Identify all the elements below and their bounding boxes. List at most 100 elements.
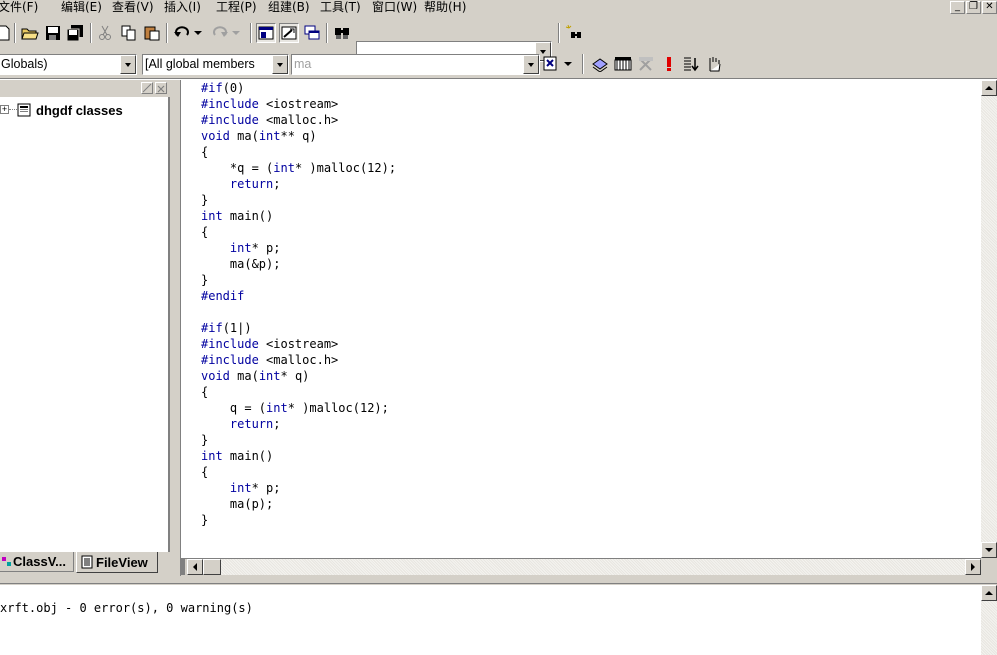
menu-build[interactable]: 组建(B) — [268, 0, 310, 16]
wizard-bar: Globals) [All global members ma — [0, 50, 997, 78]
minimize-button[interactable]: _ — [950, 1, 965, 14]
breakpoint-hand-icon[interactable] — [704, 54, 724, 74]
restore-button[interactable]: ❐ — [966, 1, 981, 14]
find-binoculars-icon[interactable] — [564, 23, 584, 43]
compile-icon[interactable] — [590, 54, 610, 74]
toolbar-separator — [250, 23, 252, 43]
menu-file[interactable]: 文件(F) — [0, 0, 38, 16]
scroll-up-button[interactable] — [981, 80, 997, 96]
code-line: } — [201, 192, 396, 208]
menu-view[interactable]: 查看(V) — [112, 0, 154, 16]
wizard-action-icon[interactable] — [542, 54, 562, 74]
code-line: return; — [201, 416, 396, 432]
chevron-down-icon[interactable] — [120, 55, 136, 74]
code-line: #if(1|) — [201, 320, 396, 336]
new-file-icon[interactable] — [0, 23, 14, 43]
save-all-icon[interactable] — [65, 23, 85, 43]
copy-icon[interactable] — [119, 23, 139, 43]
vertical-scrollbar[interactable] — [981, 80, 997, 558]
code-keyword: int — [266, 401, 288, 415]
tree-root-label[interactable]: dhgdf classes — [36, 103, 123, 118]
menu-insert[interactable]: 插入(I) — [164, 0, 201, 16]
workspace-toggle-icon[interactable] — [256, 23, 276, 43]
go-debug-icon[interactable] — [681, 54, 701, 74]
code-line: #if(0) — [201, 80, 396, 96]
code-line: { — [201, 224, 396, 240]
tab-classview[interactable]: ClassV... — [0, 552, 74, 572]
save-icon[interactable] — [43, 23, 63, 43]
window-list-icon[interactable] — [302, 23, 322, 43]
menu-project[interactable]: 工程(P) — [216, 0, 257, 16]
code-token: q = ( — [201, 401, 267, 415]
output-toggle-icon[interactable] — [279, 23, 299, 43]
split-bar[interactable] — [181, 559, 185, 575]
output-splitter[interactable] — [0, 576, 997, 584]
workspace-close-button[interactable] — [155, 82, 167, 94]
scroll-down-button[interactable] — [981, 542, 997, 558]
code-token: } — [201, 273, 209, 287]
members-combo[interactable]: [All global members — [142, 54, 289, 75]
scroll-left-button[interactable] — [187, 559, 203, 575]
code-line: #include <iostream> — [201, 96, 396, 112]
code-keyword: #include — [201, 113, 259, 127]
code-token: ma( — [229, 129, 259, 143]
open-folder-icon[interactable] — [20, 23, 40, 43]
chevron-down-icon[interactable] — [272, 55, 288, 74]
paste-icon[interactable] — [142, 23, 162, 43]
toolbar-separator — [558, 23, 560, 43]
menu-edit[interactable]: 编辑(E) — [61, 0, 102, 16]
code-token: { — [201, 225, 209, 239]
build-icon[interactable] — [613, 54, 633, 74]
classview-icon — [2, 556, 11, 566]
code-line: q = (int* )malloc(12); — [201, 400, 396, 416]
close-button[interactable]: ✕ — [982, 1, 997, 14]
code-line: int main() — [201, 448, 396, 464]
code-token: ma( — [229, 369, 259, 383]
undo-icon[interactable] — [172, 23, 192, 43]
chevron-down-icon[interactable] — [523, 55, 539, 74]
toolbar-separator — [326, 23, 328, 43]
workspace-tabs: ClassV... FileView — [0, 552, 170, 574]
workspace-restore-button[interactable] — [141, 82, 153, 94]
code-token: ; — [273, 417, 281, 431]
cut-icon[interactable] — [95, 23, 115, 43]
code-line: { — [201, 464, 396, 480]
tab-fileview[interactable]: FileView — [76, 552, 158, 573]
code-token: { — [201, 465, 209, 479]
code-line: *q = (int* )malloc(12); — [201, 160, 396, 176]
stop-build-icon — [636, 54, 656, 74]
splitter[interactable] — [172, 80, 180, 576]
code-token: <malloc.h> — [258, 353, 339, 367]
code-keyword: int — [273, 161, 295, 175]
scroll-thumb[interactable] — [203, 559, 221, 575]
function-combo[interactable]: ma — [291, 54, 540, 75]
find-in-files-icon[interactable] — [333, 23, 353, 43]
wizard-dropdown-icon[interactable] — [561, 54, 575, 74]
menu-help[interactable]: 帮助(H) — [424, 0, 466, 16]
code-token: * q) — [280, 369, 310, 383]
expand-toggle[interactable]: + — [0, 105, 9, 114]
code-line: #endif — [201, 288, 396, 304]
code-keyword: #include — [201, 353, 259, 367]
tab-classview-label: ClassV... — [13, 554, 67, 569]
code-token: * )malloc(12); — [294, 161, 397, 175]
code-keyword: #if — [201, 81, 223, 95]
menu-tools[interactable]: 工具(T) — [320, 0, 361, 16]
execute-icon[interactable] — [659, 54, 679, 74]
toolbar-separator — [166, 23, 168, 43]
code-token: (0) — [222, 81, 245, 95]
undo-dropdown-icon[interactable] — [193, 23, 203, 43]
function-combo-value: ma — [294, 57, 312, 71]
menu-window[interactable]: 窗口(W) — [372, 0, 417, 16]
scroll-right-button[interactable] — [965, 559, 981, 575]
horizontal-track[interactable] — [221, 559, 965, 575]
scope-combo[interactable]: Globals) — [0, 54, 137, 75]
code-line: ma(&p); — [201, 256, 396, 272]
output-scroll-up-button[interactable] — [981, 585, 997, 601]
toolbar-separator — [90, 23, 92, 43]
code-area[interactable]: #if(0) #include <iostream> #include <mallo… — [181, 80, 981, 558]
code-token: * p; — [251, 241, 281, 255]
code-line: #include <malloc.h> — [201, 352, 396, 368]
